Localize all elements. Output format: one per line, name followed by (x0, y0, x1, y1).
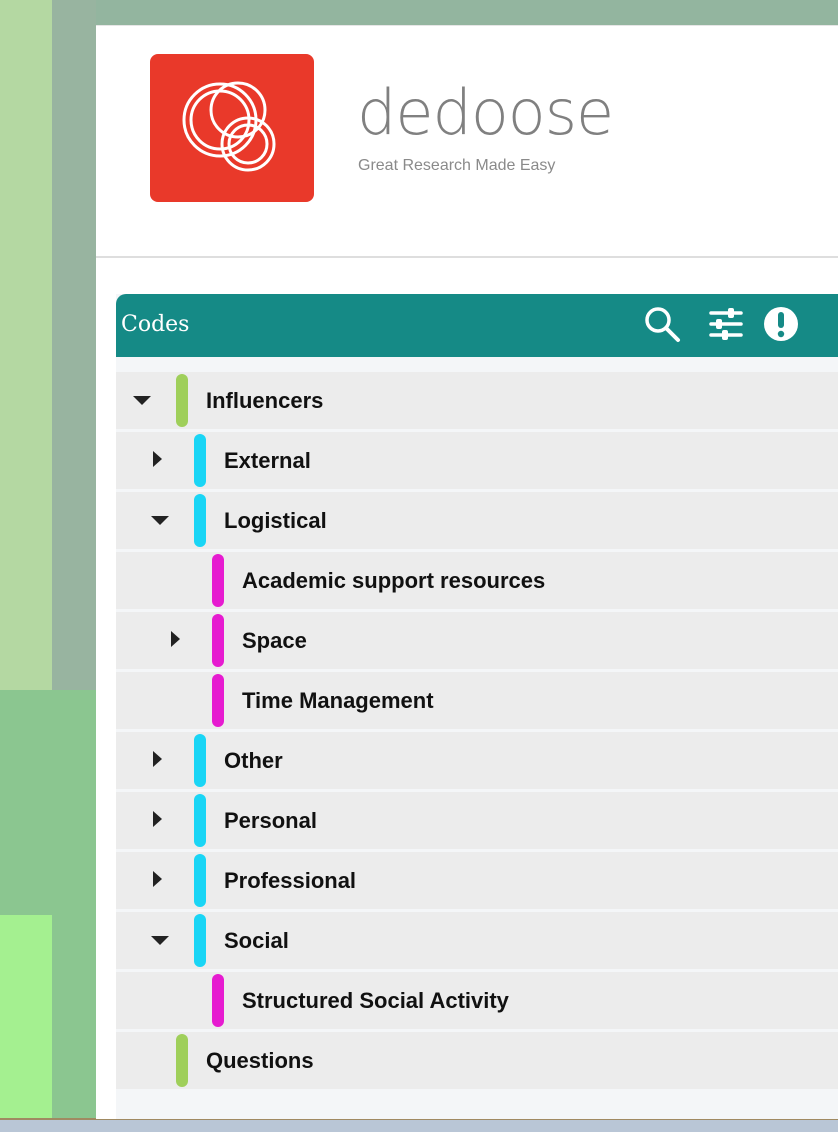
code-color-bar (176, 1034, 188, 1087)
code-row[interactable]: Influencers (116, 372, 838, 429)
caret-down-icon[interactable] (148, 492, 170, 549)
code-label: Space (242, 628, 307, 653)
overlapping-circles-logo-icon (182, 81, 276, 172)
code-row[interactable]: Professional (116, 852, 838, 909)
code-row[interactable]: Personal (116, 792, 838, 849)
code-row[interactable]: Structured Social Activity (116, 972, 838, 1029)
codes-panel-header: Codes (116, 294, 838, 357)
code-row[interactable]: Academic support resources (116, 552, 838, 609)
caret-right-icon[interactable] (166, 612, 188, 669)
code-row[interactable]: Questions (116, 1032, 838, 1089)
code-color-bar (194, 914, 206, 967)
code-color-bar (212, 974, 224, 1027)
caret-down-icon[interactable] (130, 372, 152, 429)
codes-panel: Codes Influencers External Logistical Ac… (116, 294, 838, 1119)
caret-right-icon[interactable] (148, 852, 170, 909)
code-color-bar (212, 674, 224, 727)
alert-icon[interactable] (761, 304, 801, 349)
code-row[interactable]: Social (116, 912, 838, 969)
code-label: External (224, 448, 311, 473)
code-label: Structured Social Activity (242, 988, 509, 1013)
app-header: dedoose Great Research Made Easy (96, 26, 838, 258)
code-label: Social (224, 928, 289, 953)
code-row[interactable]: Time Management (116, 672, 838, 729)
code-label: Time Management (242, 688, 434, 713)
background-panel (0, 0, 52, 690)
code-color-bar (194, 734, 206, 787)
brand-name: dedoose (357, 76, 614, 149)
code-row[interactable]: External (116, 432, 838, 489)
code-row[interactable]: Other (116, 732, 838, 789)
code-color-bar (194, 854, 206, 907)
code-label: Professional (224, 868, 357, 893)
code-tree: Influencers External Logistical Academic su… (116, 372, 838, 1092)
code-label: Influencers (206, 388, 324, 413)
code-color-bar (194, 434, 206, 487)
code-row[interactable]: Logistical (116, 492, 838, 549)
code-label: Questions (206, 1048, 314, 1073)
code-label: Other (224, 748, 283, 773)
code-color-bar (194, 494, 206, 547)
code-label: Logistical (224, 508, 327, 533)
code-color-bar (176, 374, 188, 427)
caret-down-icon[interactable] (148, 912, 170, 969)
brand-tagline: Great Research Made Easy (358, 157, 556, 174)
code-row[interactable]: Space (116, 612, 838, 669)
search-icon[interactable] (642, 304, 682, 349)
background-strip (52, 0, 96, 690)
code-color-bar (212, 614, 224, 667)
panel-title: Codes (121, 312, 190, 337)
app-window: dedoose Great Research Made Easy Codes I… (96, 25, 838, 1119)
code-color-bar (212, 554, 224, 607)
caret-right-icon[interactable] (148, 732, 170, 789)
code-label: Personal (224, 808, 317, 833)
caret-right-icon[interactable] (148, 792, 170, 849)
caret-right-icon[interactable] (148, 432, 170, 489)
code-color-bar (194, 794, 206, 847)
code-label: Academic support resources (242, 568, 546, 593)
filter-sliders-icon[interactable] (706, 304, 746, 349)
dedoose-logo[interactable] (150, 54, 314, 202)
background-accent (0, 915, 52, 1130)
